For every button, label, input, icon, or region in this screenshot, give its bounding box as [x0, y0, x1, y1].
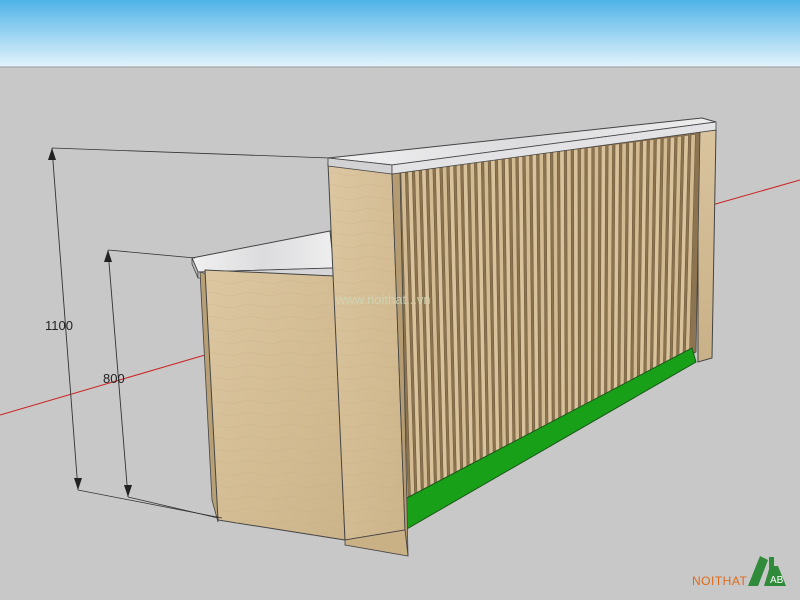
slat [587, 146, 592, 406]
brand-mark-text: AB [770, 575, 784, 586]
sky-background [0, 0, 800, 67]
sketchup-viewport: 1100 800 www.noithat...vn NOITHAT AB [0, 0, 800, 600]
low-counter [191, 230, 346, 541]
slat [566, 149, 572, 417]
slat [573, 148, 579, 413]
reception-counter-drawing: 1100 800 www.noithat...vn NOITHAT AB [0, 0, 800, 600]
dimension-label-1100: 1100 [45, 318, 73, 333]
slat [593, 146, 599, 403]
brand-name: NOITHAT [692, 574, 747, 588]
slat [600, 145, 606, 399]
slat [580, 147, 586, 410]
watermark-text: www.noithat...vn [335, 292, 431, 307]
dimension-label-800: 800 [103, 371, 125, 386]
